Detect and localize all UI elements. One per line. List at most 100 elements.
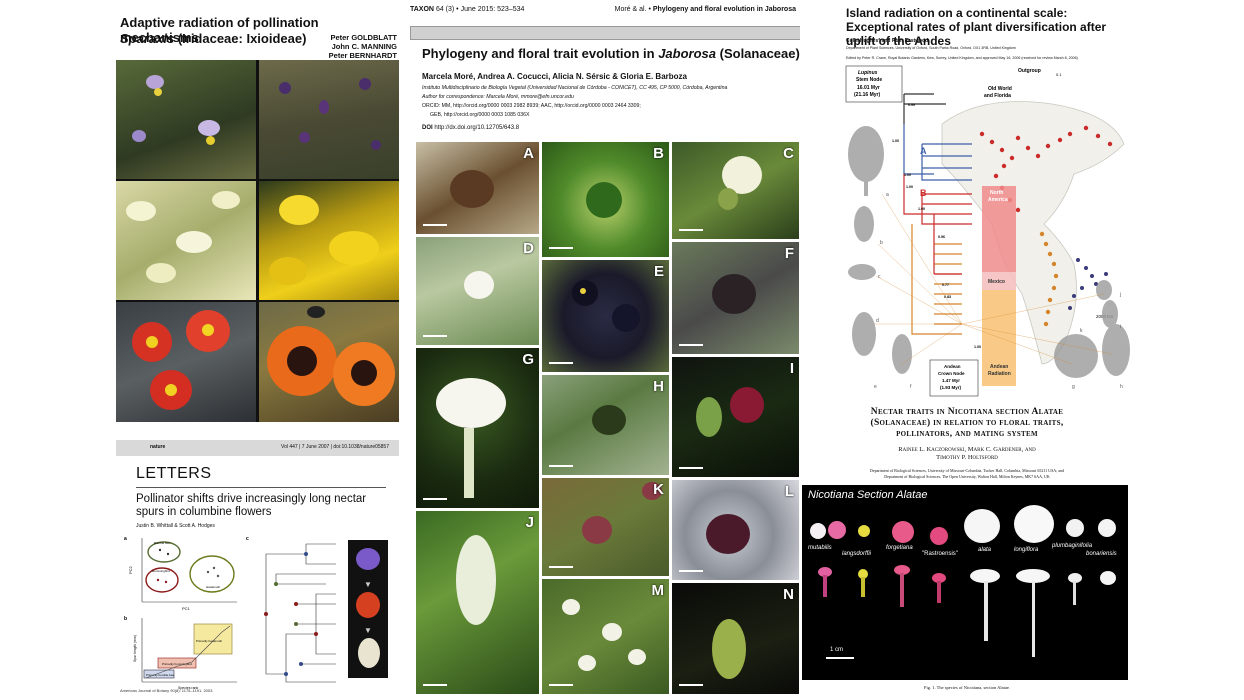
stem-node-label: Stem Node — [856, 77, 882, 83]
panel-D: D — [416, 237, 539, 345]
support-value-7: 0.77 — [942, 283, 949, 287]
andean-label-2: Radiation — [988, 371, 1011, 377]
lupinus-figure: North America Mexico Andean Radiation Lu… — [845, 65, 1130, 397]
panel-L: L — [672, 480, 799, 580]
sparaxis-authors: Peter GOLDBLATT John C. MANNING Peter BE… — [329, 33, 397, 60]
bonariensis-face — [1098, 519, 1116, 537]
species-mutabilis: mutabilis — [808, 545, 832, 551]
panel-E-label: E — [653, 263, 664, 280]
sparaxis-genus: Sparaxis — [120, 31, 175, 46]
plant-letter-a: a — [886, 192, 889, 198]
paper-sparaxis: Adaptive radiation of pollination mechan… — [116, 0, 399, 422]
taxon-volume: 64 (3) • June 2015: 523–534 — [435, 6, 525, 13]
letters-heading: LETTERS — [136, 465, 212, 482]
plumbaginifolia-face — [1066, 519, 1084, 537]
doi-link[interactable]: http://dx.doi.org/10.12705/643.8 — [434, 125, 519, 131]
support-value-5: 1.00 — [918, 207, 925, 211]
panel-J-label: J — [525, 514, 534, 531]
taxon-journal: TAXON — [410, 6, 434, 13]
scale-label: 1 cm — [830, 647, 844, 653]
columbine-pca-figure: a PC2 PC1 Bumble bee Hummingbird Hawkmot… — [124, 536, 237, 690]
species-bonariensis: bonariensis — [1086, 551, 1117, 557]
panel-J: J — [416, 511, 539, 694]
outgroup-label: Outgroup — [1018, 68, 1041, 74]
taxon-header: TAXON 64 (3) • June 2015: 523–534 — [410, 6, 524, 13]
sparaxis-photo-2 — [259, 60, 399, 179]
old-world-label-2: and Florida — [984, 93, 1011, 99]
columbine-title: Pollinator shifts drive increasingly lon… — [136, 493, 367, 518]
sparaxis-photo-3 — [116, 181, 256, 300]
jaborosa-title-pre: Phylogeny and floral trait evolution in — [422, 46, 659, 61]
panel-E: E — [542, 260, 669, 372]
plant-letter-k: k — [1080, 328, 1083, 334]
plant-letter-j: j — [1119, 292, 1121, 298]
sparaxis-photo-1 — [116, 60, 256, 179]
doi-label: DOI — [422, 125, 433, 131]
jaborosa-title-genus: Jaborosa — [658, 46, 717, 61]
nicotiana-title-2: (Solanaceae) in relation to floral trait… — [870, 418, 1064, 428]
columbine-authors: Justin B. Whittall & Scott A. Hodges — [136, 523, 215, 529]
panel-G-label: G — [522, 351, 534, 368]
species-alata: alata — [978, 547, 992, 553]
phylo-label-c: c — [246, 536, 249, 542]
hawkmoth-box-label: Primarily hawkmoth — [196, 639, 223, 643]
nicotiana-figure: Nicotiana Section Alatae mutabilis langs… — [802, 485, 1128, 680]
support-value-9: 1.00 — [974, 345, 981, 349]
rastroensis-face — [930, 527, 948, 545]
plant-letter-c: c — [878, 274, 881, 280]
lupinus-affiliation: Department of Plant Sciences, University… — [846, 46, 1016, 50]
bumblebee-cluster — [147, 541, 181, 563]
nicotiana-caption: Fig. 1. The species of Nicotiana, sectio… — [923, 685, 1011, 690]
hawkmoth-label: Hawkmoth — [206, 585, 221, 589]
species-longiflora: longiflora — [1014, 547, 1039, 553]
longiflora-face — [1014, 505, 1054, 543]
jaborosa-photo-grid: A B C D E F G H I J K L M N — [416, 142, 799, 694]
nicotiana-title-3: pollinators, and mating system — [896, 429, 1038, 439]
sparaxis-photo-4 — [259, 181, 399, 300]
pca-xlabel: PC1 — [182, 606, 191, 611]
panel-N-label: N — [783, 586, 794, 603]
scale-bar — [826, 657, 854, 659]
forgetiana-face — [892, 521, 914, 543]
crown-node-2: Crown Node — [938, 371, 965, 376]
nicotiana-affil-2: Department of Biological Sciences, The O… — [884, 474, 1050, 479]
plant-letter-b: b — [880, 240, 883, 246]
crown-node-4: (1.93 Myr) — [940, 385, 962, 390]
panel-A: A — [416, 142, 539, 234]
sparaxis-author-1: Peter GOLDBLATT — [330, 33, 397, 42]
pca-label-a: a — [124, 536, 127, 542]
panel-I-label: I — [789, 360, 794, 377]
scale-tree: 0.1 — [1056, 72, 1062, 77]
taxon-running-head: Moré & al. • Phylogeny and floral evolut… — [615, 6, 796, 13]
sparaxis-photo-6 — [259, 302, 399, 422]
columbine-phylogeny: c — [246, 536, 336, 683]
species-rastroensis: "Rastroensis" — [922, 551, 958, 557]
andean-label-1: Andean — [990, 364, 1008, 370]
nicotiana-authors-2: Timothy P. Holtsford — [936, 454, 998, 461]
running-head-title: Phylogeny and floral evolution in Jaboro… — [652, 6, 796, 13]
north-america-label-2: America — [988, 197, 1008, 203]
panel-C: C — [672, 142, 799, 239]
panel-K: K — [542, 478, 669, 576]
panel-B-label: B — [653, 145, 664, 162]
hummingbird-label: Hummingbird — [152, 569, 170, 573]
crown-node-1: Andean — [944, 364, 961, 369]
panel-N: N — [672, 583, 799, 694]
lupinus-edited: Edited by Peter R. Crane, Royal Botanic … — [846, 56, 1078, 60]
nature-header-bar: nature Vol 447 | 7 June 2007 | doi:10.10… — [116, 440, 399, 456]
letters-rule — [136, 487, 386, 488]
species-forgetiana: forgetiana — [886, 545, 913, 551]
paper-nicotiana: Nectar traits in Nicotiana section Alata… — [802, 405, 1132, 698]
support-value-8: 0.83 — [944, 295, 951, 299]
spur-ylabel: Spur length (mm) — [133, 635, 137, 662]
nature-header-left: nature — [150, 444, 166, 450]
support-value-6: 0.96 — [938, 235, 945, 239]
panel-B: B — [542, 142, 669, 257]
jaborosa-authors: Marcela Moré, Andrea A. Cocucci, Alicia … — [422, 72, 687, 81]
plant-letter-e: e — [874, 384, 877, 390]
stem-node-genus: Lupinus — [858, 70, 878, 76]
panel-K-label: K — [653, 481, 664, 498]
pca-label-b: b — [124, 616, 127, 622]
jaborosa-title: Phylogeny and floral trait evolution in … — [422, 46, 800, 61]
stem-node-age-alt: (21.16 Myr) — [854, 92, 880, 98]
